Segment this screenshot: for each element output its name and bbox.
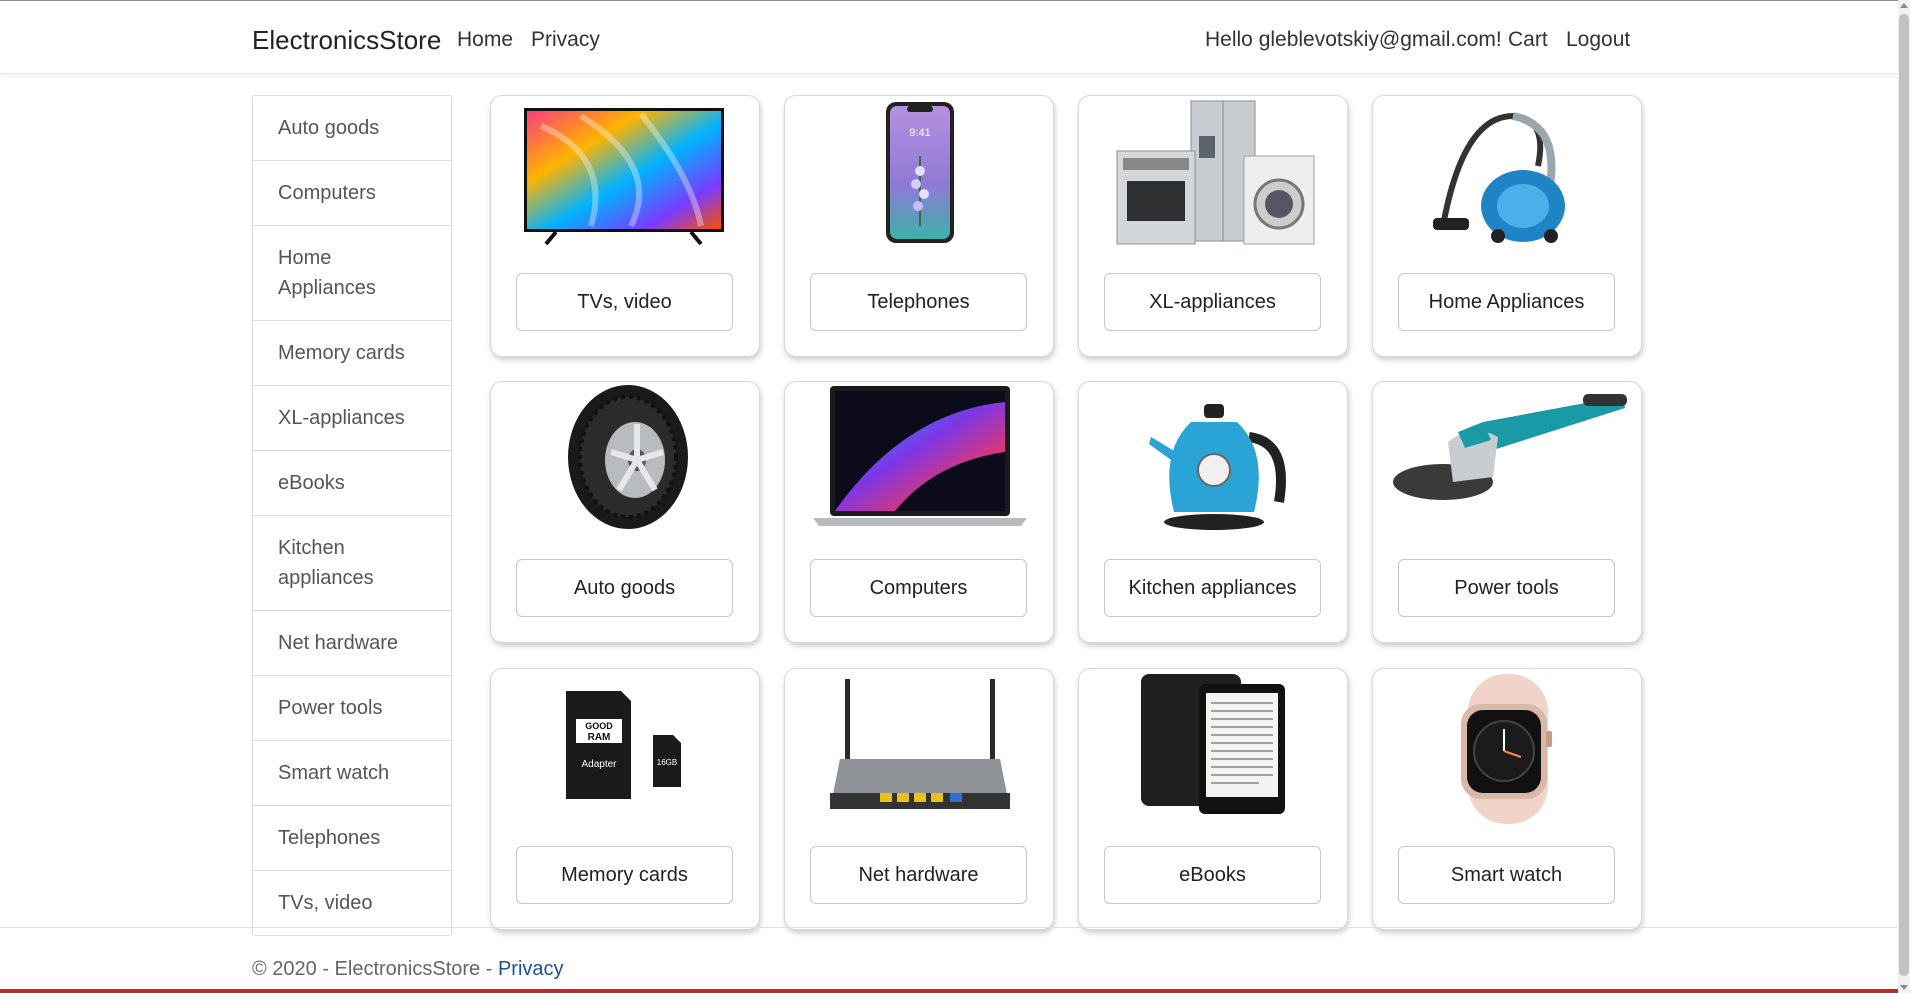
sidebar-item-ebooks[interactable]: eBooks: [253, 451, 451, 516]
scroll-up-arrow-icon[interactable]: [1900, 3, 1908, 8]
sidebar-item-net-hardware[interactable]: Net hardware: [253, 611, 451, 676]
smartwatch-icon: [1461, 674, 1552, 824]
category-card-power-tools[interactable]: Power tools: [1372, 381, 1642, 643]
category-card-net-hardware[interactable]: Net hardware: [784, 668, 1054, 930]
nav-home-link[interactable]: Home: [457, 28, 513, 52]
tv-icon: [524, 108, 724, 246]
sidebar-item-xl-appliances[interactable]: XL-appliances: [253, 386, 451, 451]
category-button-smart-watch[interactable]: Smart watch: [1398, 846, 1615, 904]
nav-logout-link[interactable]: Logout: [1566, 28, 1630, 52]
category-card-telephones[interactable]: 9:41 Telephones: [784, 95, 1054, 357]
category-card-xl-appliances[interactable]: XL-appliances: [1078, 95, 1348, 357]
user-greeting[interactable]: Hello gleblevotskiy@gmail.com!: [1205, 28, 1502, 52]
category-button-power-tools[interactable]: Power tools: [1398, 559, 1615, 617]
sidebar-item-computers[interactable]: Computers: [253, 161, 451, 226]
svg-text:16GB: 16GB: [657, 758, 677, 767]
svg-text:Adapter: Adapter: [581, 759, 617, 770]
large-appliances-icon: [1116, 100, 1315, 245]
sidebar-item-power-tools[interactable]: Power tools: [253, 676, 451, 741]
category-button-ebooks[interactable]: eBooks: [1104, 846, 1321, 904]
category-button-xl-appliances[interactable]: XL-appliances: [1104, 273, 1321, 331]
svg-text:9:41: 9:41: [909, 127, 930, 139]
page-scrollbar[interactable]: [1898, 0, 1910, 993]
category-sidebar: Auto goods Computers Home Appliances Mem…: [252, 95, 452, 936]
footer-text: © 2020 - ElectronicsStore - Privacy: [252, 958, 564, 981]
footer: © 2020 - ElectronicsStore - Privacy: [0, 927, 1898, 989]
scroll-down-arrow-icon[interactable]: [1900, 985, 1908, 990]
category-card-smart-watch[interactable]: Smart watch: [1372, 668, 1642, 930]
category-card-memory-cards[interactable]: GOOD RAM Adapter 16GB Memory cards: [490, 668, 760, 930]
category-button-memory-cards[interactable]: Memory cards: [516, 846, 733, 904]
router-icon: [830, 679, 1010, 809]
category-button-home-appliances[interactable]: Home Appliances: [1398, 273, 1615, 331]
category-button-net-hardware[interactable]: Net hardware: [810, 846, 1027, 904]
svg-text:GOOD: GOOD: [585, 721, 613, 731]
tire-icon: [568, 385, 688, 529]
memory-card-icon: GOOD RAM Adapter 16GB: [566, 691, 681, 799]
bottom-accent-bar: [0, 989, 1898, 993]
sidebar-item-telephones[interactable]: Telephones: [253, 806, 451, 871]
sidebar-item-home-appliances[interactable]: Home Appliances: [253, 226, 451, 321]
category-card-kitchen-appliances[interactable]: Kitchen appliances: [1078, 381, 1348, 643]
sidebar-item-memory-cards[interactable]: Memory cards: [253, 321, 451, 386]
category-button-kitchen-appliances[interactable]: Kitchen appliances: [1104, 559, 1321, 617]
footer-privacy-link[interactable]: Privacy: [498, 958, 564, 980]
ebook-reader-icon: [1141, 674, 1285, 814]
sidebar-item-smart-watch[interactable]: Smart watch: [253, 741, 451, 806]
category-card-tvs-video[interactable]: TVs, video: [490, 95, 760, 357]
brand-link[interactable]: ElectronicsStore: [252, 25, 441, 56]
category-card-computers[interactable]: Computers: [784, 381, 1054, 643]
svg-text:RAM: RAM: [588, 732, 611, 743]
footer-copyright: © 2020 - ElectronicsStore -: [252, 958, 498, 980]
laptop-icon: [813, 386, 1027, 526]
nav-cart-link[interactable]: Cart: [1508, 28, 1548, 52]
category-button-auto-goods[interactable]: Auto goods: [516, 559, 733, 617]
category-button-tvs-video[interactable]: TVs, video: [516, 273, 733, 331]
sidebar-item-auto-goods[interactable]: Auto goods: [253, 96, 451, 161]
category-card-home-appliances[interactable]: Home Appliances: [1372, 95, 1642, 357]
category-card-ebooks[interactable]: eBooks: [1078, 668, 1348, 930]
sidebar-item-tvs-video[interactable]: TVs, video: [253, 871, 451, 935]
sidebar-item-kitchen-appliances[interactable]: Kitchen appliances: [253, 516, 451, 611]
smartphone-icon: 9:41: [886, 102, 954, 243]
category-button-computers[interactable]: Computers: [810, 559, 1027, 617]
vacuum-cleaner-icon: [1433, 112, 1565, 243]
category-card-auto-goods[interactable]: Auto goods: [490, 381, 760, 643]
nav-privacy-link[interactable]: Privacy: [531, 28, 600, 52]
angle-grinder-icon: [1393, 394, 1627, 500]
scroll-thumb[interactable]: [1899, 14, 1909, 976]
kettle-icon: [1149, 404, 1286, 530]
category-button-telephones[interactable]: Telephones: [810, 273, 1027, 331]
navbar: ElectronicsStore Home Privacy Hello gleb…: [0, 1, 1898, 74]
